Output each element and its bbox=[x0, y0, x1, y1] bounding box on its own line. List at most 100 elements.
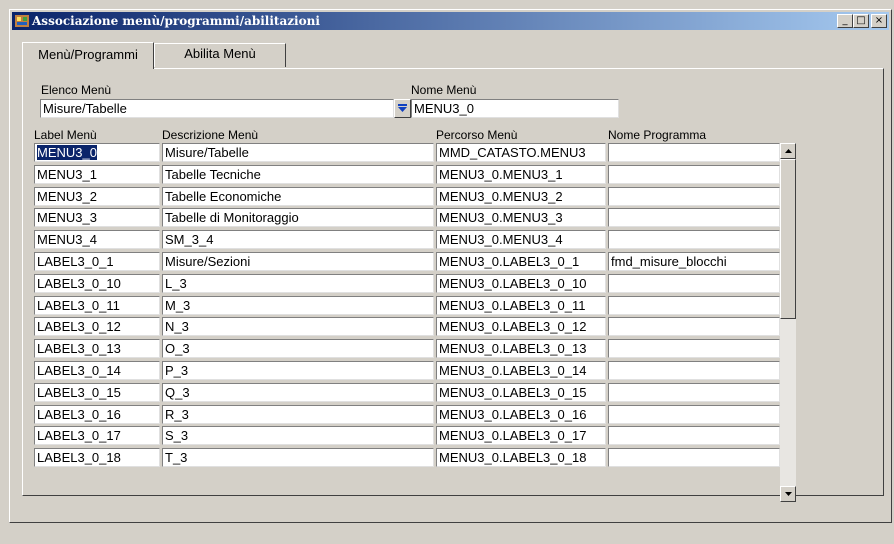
cell-descrizione-menu[interactable]: Misure/Sezioni bbox=[162, 252, 434, 271]
cell-descrizione-menu[interactable]: P_3 bbox=[162, 361, 434, 380]
table-row[interactable]: LABEL3_0_17 S_3 MENU3_0.LABEL3_0_17 bbox=[34, 426, 780, 447]
table-row[interactable]: LABEL3_0_10 L_3 MENU3_0.LABEL3_0_10 bbox=[34, 273, 780, 295]
table-row[interactable]: MENU3_4 SM_3_4 MENU3_0.MENU3_4 bbox=[34, 230, 780, 251]
cell-nome-programma[interactable] bbox=[608, 361, 780, 380]
cell-descrizione-menu[interactable]: R_3 bbox=[162, 404, 434, 424]
cell-descrizione-menu[interactable]: N_3 bbox=[162, 317, 434, 337]
cell-descrizione-menu[interactable]: Q_3 bbox=[162, 382, 434, 402]
cell-nome-programma[interactable] bbox=[608, 317, 780, 337]
cell-text: Misure/Tabelle bbox=[165, 145, 249, 160]
cell-nome-programma[interactable] bbox=[608, 382, 780, 402]
cell-text: LABEL3_0_17 bbox=[37, 428, 121, 444]
cell-label-menu[interactable]: LABEL3_0_1 bbox=[34, 252, 160, 271]
cell-text: LABEL3_0_15 bbox=[37, 384, 121, 400]
cell-text: MENU3_0.LABEL3_0_13 bbox=[439, 341, 587, 357]
table-row[interactable]: LABEL3_0_16 R_3 MENU3_0.LABEL3_0_16 bbox=[34, 404, 780, 426]
cell-percorso-menu[interactable]: MENU3_0.LABEL3_0_18 bbox=[436, 448, 606, 468]
cell-nome-programma[interactable] bbox=[608, 404, 780, 424]
cell-percorso-menu[interactable]: MENU3_0.LABEL3_0_14 bbox=[436, 361, 606, 380]
cell-label-menu[interactable]: LABEL3_0_14 bbox=[34, 361, 160, 380]
table-row[interactable]: LABEL3_0_12 N_3 MENU3_0.LABEL3_0_12 bbox=[34, 317, 780, 338]
table-row[interactable]: MENU3_2 Tabelle Economiche MENU3_0.MENU3_2 bbox=[34, 186, 780, 208]
cell-percorso-menu[interactable]: MENU3_0.LABEL3_0_17 bbox=[436, 426, 606, 446]
cell-nome-programma[interactable] bbox=[608, 448, 780, 468]
cell-descrizione-menu[interactable]: T_3 bbox=[162, 448, 434, 468]
cell-text: MENU3_4 bbox=[37, 232, 97, 248]
cell-text: Tabelle di Monitoraggio bbox=[165, 210, 299, 226]
cell-label-menu[interactable]: LABEL3_0_16 bbox=[34, 404, 160, 424]
cell-nome-programma[interactable] bbox=[608, 273, 780, 293]
cell-label-menu[interactable]: LABEL3_0_15 bbox=[34, 382, 160, 402]
table-row[interactable]: LABEL3_0_11 M_3 MENU3_0.LABEL3_0_11 bbox=[34, 295, 780, 317]
title-bar[interactable]: Associazione menù/programmi/abilitazioni… bbox=[12, 12, 889, 30]
minimize-button[interactable]: _ bbox=[837, 14, 853, 28]
scroll-thumb[interactable] bbox=[780, 159, 796, 319]
table-row[interactable]: LABEL3_0_15 Q_3 MENU3_0.LABEL3_0_15 bbox=[34, 382, 780, 404]
cell-label-menu[interactable]: MENU3_1 bbox=[34, 164, 160, 184]
tab-menu-programmi[interactable]: Menù/Programmi bbox=[22, 42, 154, 69]
cell-percorso-menu[interactable]: MENU3_0.MENU3_2 bbox=[436, 186, 606, 206]
table-row[interactable]: MENU3_0 Misure/Tabelle MMD_CATASTO.MENU3 bbox=[34, 143, 780, 164]
cell-nome-programma[interactable] bbox=[608, 186, 780, 206]
cell-nome-programma[interactable] bbox=[608, 339, 780, 359]
cell-label-menu[interactable]: LABEL3_0_13 bbox=[34, 339, 160, 359]
cell-percorso-menu[interactable]: MENU3_0.LABEL3_0_15 bbox=[436, 382, 606, 402]
cell-descrizione-menu[interactable]: M_3 bbox=[162, 295, 434, 315]
cell-nome-programma[interactable] bbox=[608, 164, 780, 184]
cell-percorso-menu[interactable]: MENU3_0.MENU3_4 bbox=[436, 230, 606, 250]
table-row[interactable]: MENU3_3 Tabelle di Monitoraggio MENU3_0.ME… bbox=[34, 208, 780, 229]
elenco-menu-dropdown-button[interactable] bbox=[394, 99, 411, 118]
cell-label-menu[interactable]: LABEL3_0_10 bbox=[34, 273, 160, 293]
table-row[interactable]: LABEL3_0_18 T_3 MENU3_0.LABEL3_0_18 bbox=[34, 448, 780, 469]
scroll-down-button[interactable] bbox=[780, 486, 796, 502]
cell-nome-programma[interactable] bbox=[608, 230, 780, 250]
cell-nome-programma[interactable] bbox=[608, 208, 780, 228]
cell-nome-programma[interactable] bbox=[608, 426, 780, 446]
maximize-button[interactable]: □ bbox=[853, 14, 869, 28]
cell-descrizione-menu[interactable]: S_3 bbox=[162, 426, 434, 446]
cell-label-menu[interactable]: LABEL3_0_12 bbox=[34, 317, 160, 337]
cell-label-menu[interactable]: LABEL3_0_17 bbox=[34, 426, 160, 446]
table-row[interactable]: LABEL3_0_1 Misure/Sezioni MENU3_0.LABEL3_0… bbox=[34, 252, 780, 273]
cell-descrizione-menu[interactable]: Misure/Tabelle bbox=[162, 143, 434, 162]
cell-percorso-menu[interactable]: MENU3_0.LABEL3_0_16 bbox=[436, 404, 606, 424]
cell-label-menu[interactable]: MENU3_0 bbox=[34, 143, 160, 162]
cell-descrizione-menu[interactable]: SM_3_4 bbox=[162, 230, 434, 250]
scroll-up-button[interactable] bbox=[780, 143, 796, 159]
cell-percorso-menu[interactable]: MENU3_0.MENU3_1 bbox=[436, 164, 606, 184]
tab-abilita-menu[interactable]: Abilita Menù bbox=[154, 43, 286, 67]
elenco-menu-field[interactable]: Misure/Tabelle bbox=[40, 99, 394, 118]
cell-nome-programma[interactable]: fmd_misure_blocchi bbox=[608, 252, 780, 271]
table-row[interactable]: MENU3_1 Tabelle Tecniche MENU3_0.MENU3_1 bbox=[34, 164, 780, 186]
cell-label-menu[interactable]: MENU3_4 bbox=[34, 230, 160, 250]
cell-percorso-menu[interactable]: MENU3_0.LABEL3_0_12 bbox=[436, 317, 606, 337]
elenco-menu-label: Elenco Menù bbox=[41, 83, 112, 97]
cell-percorso-menu[interactable]: MMD_CATASTO.MENU3 bbox=[436, 143, 606, 162]
nome-menu-field[interactable]: MENU3_0 bbox=[411, 99, 619, 118]
caption-buttons: _ □ × bbox=[837, 14, 887, 28]
cell-label-menu[interactable]: MENU3_2 bbox=[34, 186, 160, 206]
cell-percorso-menu[interactable]: MENU3_0.LABEL3_0_13 bbox=[436, 339, 606, 359]
cell-label-menu[interactable]: LABEL3_0_11 bbox=[34, 295, 160, 315]
cell-label-menu[interactable]: LABEL3_0_18 bbox=[34, 448, 160, 468]
cell-percorso-menu[interactable]: MENU3_0.LABEL3_0_10 bbox=[436, 273, 606, 293]
cell-label-menu[interactable]: MENU3_3 bbox=[34, 208, 160, 228]
cell-percorso-menu[interactable]: MENU3_0.MENU3_3 bbox=[436, 208, 606, 228]
cell-descrizione-menu[interactable]: L_3 bbox=[162, 273, 434, 293]
grid-vertical-scrollbar[interactable] bbox=[780, 143, 796, 502]
triangle-down-icon bbox=[784, 492, 792, 496]
table-row[interactable]: LABEL3_0_14 P_3 MENU3_0.LABEL3_0_14 bbox=[34, 361, 780, 382]
cell-descrizione-menu[interactable]: Tabelle Economiche bbox=[162, 186, 434, 206]
cell-nome-programma[interactable] bbox=[608, 295, 780, 315]
cell-text: R_3 bbox=[165, 406, 189, 422]
cell-descrizione-menu[interactable]: Tabelle Tecniche bbox=[162, 164, 434, 184]
cell-descrizione-menu[interactable]: O_3 bbox=[162, 339, 434, 359]
cell-percorso-menu[interactable]: MENU3_0.LABEL3_0_11 bbox=[436, 295, 606, 315]
tab-label: Menù/Programmi bbox=[38, 47, 138, 62]
cell-descrizione-menu[interactable]: Tabelle di Monitoraggio bbox=[162, 208, 434, 228]
close-button[interactable]: × bbox=[871, 14, 887, 28]
cell-text: MENU3_0 bbox=[37, 145, 97, 160]
cell-percorso-menu[interactable]: MENU3_0.LABEL3_0_1 bbox=[436, 252, 606, 271]
table-row[interactable]: LABEL3_0_13 O_3 MENU3_0.LABEL3_0_13 bbox=[34, 339, 780, 360]
cell-nome-programma[interactable] bbox=[608, 143, 780, 162]
